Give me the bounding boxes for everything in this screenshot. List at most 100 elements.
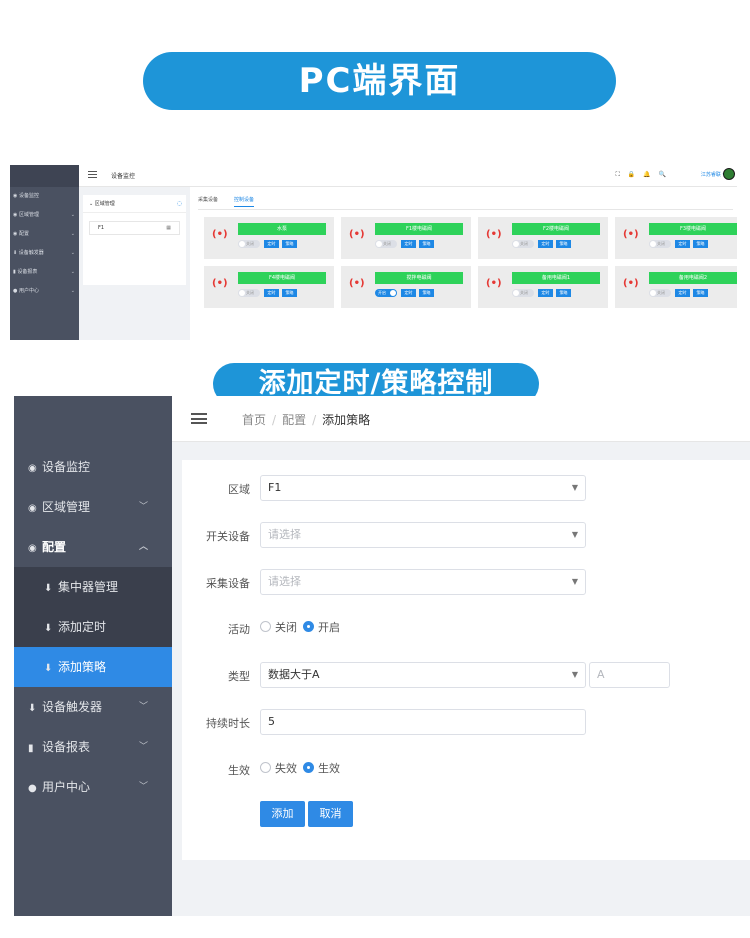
sidebar-item-add-policy[interactable]: ⬇ 添加策略 xyxy=(14,647,172,687)
device-toggle[interactable]: 关闭 xyxy=(238,240,260,248)
mini-sidebar-label: 区域管理 xyxy=(18,212,39,218)
collect-device-placeholder: 请选择 xyxy=(268,575,301,588)
mini-breadcrumb: 设备监控 xyxy=(111,173,136,180)
chevron-down-icon: ⌄ xyxy=(70,288,75,294)
mini-sidebar-item-area[interactable]: ◉ 区域管理 ⌄ xyxy=(10,206,79,225)
mini-toolbar-icons[interactable]: ⛶ 🔒 🔔 🔍 xyxy=(616,171,669,179)
breadcrumb-home[interactable]: 首页 xyxy=(242,413,266,427)
device-icon: ◉ xyxy=(28,503,37,514)
cancel-button[interactable]: 取消 xyxy=(308,801,353,827)
timer-button[interactable]: 定时 xyxy=(264,289,279,297)
mini-sidebar-item-monitor[interactable]: ◉ 设备监控 xyxy=(10,187,79,206)
book-icon: ▮ xyxy=(28,743,34,754)
type-select[interactable]: 数据大于A ▼ xyxy=(260,662,586,688)
download-icon: ⬇ xyxy=(44,663,53,674)
effect-off-radio[interactable]: 失效 xyxy=(260,762,297,776)
duration-value: 5 xyxy=(268,715,275,728)
device-toggle[interactable]: 开启 xyxy=(375,289,397,297)
device-card: (•) F2楼电磁阀 关闭 定时 策略 xyxy=(478,217,608,259)
mini-tree-node[interactable]: F1 ▦ xyxy=(89,221,180,235)
timer-button[interactable]: 定时 xyxy=(675,289,690,297)
signal-icon: (•) xyxy=(212,278,228,289)
duration-input[interactable]: 5 xyxy=(260,709,586,735)
collect-device-select[interactable]: 请选择 ▼ xyxy=(260,569,586,595)
breadcrumb-separator: / xyxy=(312,413,317,427)
type-param-placeholder: A xyxy=(597,668,605,681)
breadcrumb-config[interactable]: 配置 xyxy=(282,413,306,427)
timer-button[interactable]: 定时 xyxy=(401,240,416,248)
device-card: (•) F4楼电磁阀 关闭 定时 策略 xyxy=(204,266,334,308)
sidebar-item-user-center[interactable]: ● 用户中心 ﹀ xyxy=(14,767,172,807)
sidebar-item-device-report[interactable]: ▮ 设备报表 ﹀ xyxy=(14,727,172,767)
chevron-up-icon: ︿ xyxy=(138,542,148,552)
policy-button[interactable]: 策略 xyxy=(556,289,571,297)
mini-main-panel: 采集设备 控制设备 (•) 水泵 关闭 定时 策略 (•) F1楼电磁阀 关闭 定时 策略 (•) F2… xyxy=(190,187,737,340)
timer-button[interactable]: 定时 xyxy=(264,240,279,248)
sidebar-item-area-management[interactable]: ◉ 区域管理 ﹀ xyxy=(14,487,172,527)
policy-button[interactable]: 策略 xyxy=(556,240,571,248)
pc-screenshot-preview: ◉ 设备监控 ◉ 区域管理 ⌄ ◉ 配置 ⌄ ⬇ 设备触发器 ⌄ ▮ 设备报表 ⌄ ● … xyxy=(10,165,737,340)
area-label: 区域 xyxy=(228,483,250,496)
mini-sidebar-item-report[interactable]: ▮ 设备报表 ⌄ xyxy=(10,263,79,282)
mini-logo-area xyxy=(10,165,79,187)
policy-button[interactable]: 策略 xyxy=(419,240,434,248)
type-label: 类型 xyxy=(228,670,250,683)
chevron-down-icon: ⌄ xyxy=(70,250,75,256)
signal-icon: (•) xyxy=(486,278,502,289)
caret-down-icon: ▼ xyxy=(571,577,578,586)
sidebar-item-device-trigger[interactable]: ⬇ 设备触发器 ﹀ xyxy=(14,687,172,727)
timer-button[interactable]: 定时 xyxy=(401,289,416,297)
signal-icon: (•) xyxy=(349,229,365,240)
sidebar-item-device-monitor[interactable]: ◉ 设备监控 xyxy=(14,447,172,487)
menu-icon[interactable] xyxy=(191,413,207,424)
policy-button[interactable]: 策略 xyxy=(419,289,434,297)
device-toggle[interactable]: 关闭 xyxy=(649,289,671,297)
tab-collect-devices[interactable]: 采集设备 xyxy=(198,196,218,206)
chevron-down-icon: ﹀ xyxy=(138,782,148,792)
mini-sidebar-item-config[interactable]: ◉ 配置 ⌄ xyxy=(10,225,79,244)
active-on-radio[interactable]: 开启 xyxy=(303,621,340,635)
type-param-input[interactable]: A xyxy=(589,662,670,688)
device-name: 备用电磁阀2 xyxy=(649,272,737,284)
mini-tree-title: 区域管理 xyxy=(94,201,115,207)
signal-icon: (•) xyxy=(623,278,639,289)
avatar[interactable] xyxy=(723,168,735,180)
timer-button[interactable]: 定时 xyxy=(538,240,553,248)
download-icon: ⬇ xyxy=(44,583,53,594)
tab-control-devices[interactable]: 控制设备 xyxy=(234,196,255,207)
sidebar-item-config[interactable]: ◉ 配置 ︿ xyxy=(14,527,172,567)
topbar: 首页 / 配置 / 添加策略 xyxy=(172,396,750,442)
policy-button[interactable]: 策略 xyxy=(282,240,297,248)
effect-on-radio[interactable]: 生效 xyxy=(303,762,340,776)
policy-button[interactable]: 策略 xyxy=(693,240,708,248)
mini-tabs: 采集设备 控制设备 xyxy=(198,196,270,207)
device-toggle[interactable]: 关闭 xyxy=(375,240,397,248)
active-off-radio[interactable]: 关闭 xyxy=(260,621,297,635)
timer-button[interactable]: 定时 xyxy=(675,240,690,248)
policy-button[interactable]: 策略 xyxy=(693,289,708,297)
mini-user-menu[interactable]: 江苏睿联 ▾ xyxy=(701,171,725,178)
device-toggle[interactable]: 关闭 xyxy=(512,289,534,297)
radio-icon xyxy=(260,762,271,773)
timer-button[interactable]: 定时 xyxy=(538,289,553,297)
switch-device-select[interactable]: 请选择 ▼ xyxy=(260,522,586,548)
mini-sidebar-item-trigger[interactable]: ⬇ 设备触发器 ⌄ xyxy=(10,244,79,263)
device-toggle[interactable]: 关闭 xyxy=(512,240,534,248)
mini-tree-header: ⌄ 区域管理 ◌ xyxy=(83,195,186,213)
device-toggle[interactable]: 关闭 xyxy=(649,240,671,248)
device-toggle[interactable]: 关闭 xyxy=(238,289,260,297)
policy-button[interactable]: 策略 xyxy=(282,289,297,297)
settings-icon[interactable]: ◌ xyxy=(177,195,182,213)
sidebar-item-label: 配置 xyxy=(42,540,67,554)
add-button[interactable]: 添加 xyxy=(260,801,305,827)
radio-checked-icon xyxy=(303,762,314,773)
breadcrumb: 首页 / 配置 / 添加策略 xyxy=(242,411,370,428)
area-select[interactable]: F1 ▼ xyxy=(260,475,586,501)
menu-icon[interactable] xyxy=(88,171,97,178)
caret-down-icon: ▼ xyxy=(571,483,578,492)
divider xyxy=(198,209,733,210)
sidebar-item-concentrator[interactable]: ⬇ 集中器管理 xyxy=(14,567,172,607)
mini-sidebar-item-user[interactable]: ● 用户中心 ⌄ xyxy=(10,282,79,301)
caret-down-icon: ▼ xyxy=(571,530,578,539)
sidebar-item-add-timer[interactable]: ⬇ 添加定时 xyxy=(14,607,172,647)
